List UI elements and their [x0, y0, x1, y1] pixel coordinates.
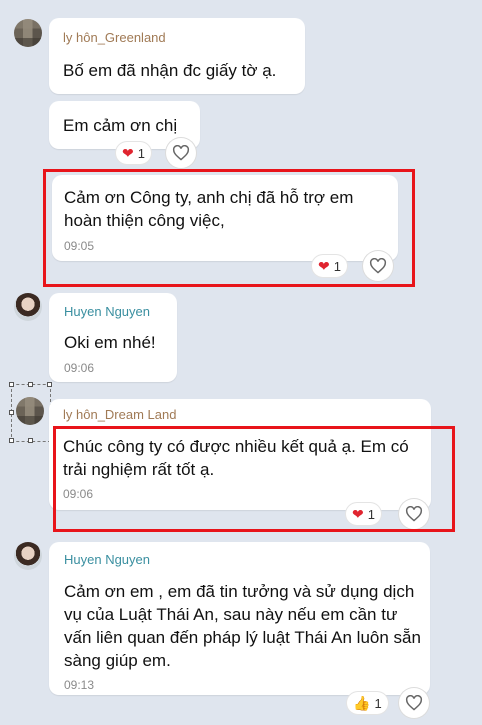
selection-handle[interactable]: [47, 382, 52, 387]
avatar[interactable]: [14, 293, 42, 321]
sender-name[interactable]: Huyen Nguyen: [64, 304, 150, 319]
selection-handle[interactable]: [9, 382, 14, 387]
reaction-count[interactable]: ❤ 1: [116, 142, 151, 164]
avatar[interactable]: [16, 397, 44, 425]
avatar[interactable]: [14, 19, 42, 47]
message-time: 09:06: [64, 361, 95, 375]
reaction-count[interactable]: 👍 1: [347, 692, 388, 714]
selection-handle[interactable]: [9, 410, 14, 415]
react-heart-button[interactable]: [399, 688, 429, 718]
message-bubble[interactable]: Huyen Nguyen Cảm ơn em , em đã tin tưởng…: [49, 542, 430, 695]
message-bubble[interactable]: Huyen Nguyen Oki em nhé! 09:06: [49, 293, 177, 382]
heart-reaction-icon: ❤: [122, 144, 134, 161]
reaction-count-label: 1: [137, 145, 145, 161]
highlight-box: [43, 169, 415, 287]
sender-name[interactable]: ly hôn_Dream Land: [63, 407, 176, 422]
message-text: Em cảm ơn chị: [63, 116, 178, 135]
reaction-count-label: 1: [374, 695, 382, 711]
message-text: Oki em nhé!: [64, 333, 156, 352]
sender-name[interactable]: ly hôn_Greenland: [63, 30, 166, 45]
message-bubble[interactable]: ly hôn_Greenland Bố em đã nhận đc giấy t…: [49, 18, 305, 94]
selection-handle[interactable]: [28, 382, 33, 387]
react-heart-button[interactable]: [166, 138, 196, 168]
selection-handle[interactable]: [9, 438, 14, 443]
message-text: Cảm ơn em , em đã tin tưởng và sử dụng d…: [64, 582, 421, 670]
heart-outline-icon: [405, 695, 423, 711]
message-time: 09:13: [64, 678, 95, 692]
avatar[interactable]: [14, 542, 42, 570]
thumbs-up-reaction-icon: 👍: [353, 694, 371, 711]
selection-handle[interactable]: [28, 438, 33, 443]
highlight-box: [53, 426, 455, 532]
message-text: Bố em đã nhận đc giấy tờ ạ.: [63, 61, 277, 80]
sender-name[interactable]: Huyen Nguyen: [64, 552, 150, 567]
heart-outline-icon: [172, 145, 190, 161]
